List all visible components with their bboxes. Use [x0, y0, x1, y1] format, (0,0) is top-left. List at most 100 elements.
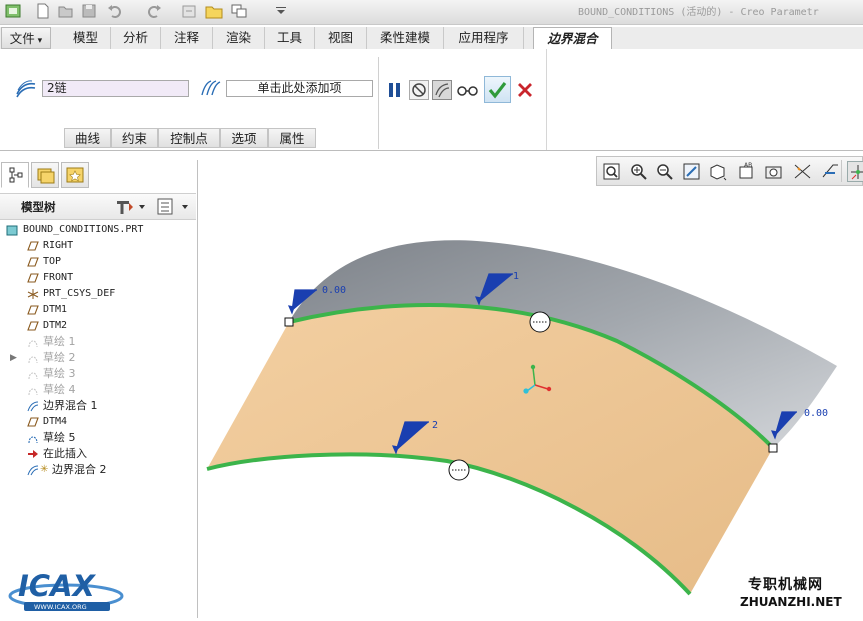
tab-label: 工具 [276, 30, 302, 45]
datum-plane-icon [27, 272, 39, 284]
tree-item[interactable]: 草绘 1 [0, 334, 196, 350]
tree-item[interactable]: ✳ 边界混合 2 [0, 462, 196, 478]
folder-icon[interactable] [205, 2, 223, 20]
zhuanzhi-watermark: 专职机械网 ZHUANZHI.NET [740, 577, 853, 613]
customize-icon[interactable] [272, 2, 290, 20]
group-tab-label: 选项 [231, 131, 257, 146]
boundary-blend-icon [27, 464, 39, 476]
tab-applications[interactable]: 应用程序 [444, 27, 524, 49]
left-constraint-value[interactable]: 0.00 [322, 285, 346, 296]
tree-item[interactable]: FRONT [0, 270, 196, 286]
saved-views-icon[interactable]: AB [736, 161, 757, 182]
refit-icon[interactable] [601, 161, 622, 182]
sketch-icon [27, 368, 39, 380]
tree-item[interactable]: RIGHT [0, 238, 196, 254]
second-direction-placeholder: 单击此处添加项 [257, 81, 342, 95]
display-style-icon[interactable] [707, 161, 728, 182]
tab-model[interactable]: 模型 [61, 27, 111, 49]
tree-item[interactable]: 边界混合 1 [0, 398, 196, 414]
tab-render[interactable]: 渲染 [213, 27, 265, 49]
right-constraint-value[interactable]: 0.00 [804, 408, 828, 419]
tree-item-label: FRONT [43, 272, 74, 283]
tree-item[interactable]: DTM1 [0, 302, 196, 318]
tree-item[interactable]: ▶ 草绘 2 [0, 350, 196, 366]
svg-text:AB: AB [744, 162, 752, 169]
tree-item[interactable]: TOP [0, 254, 196, 270]
second-direction-collector[interactable]: 单击此处添加项 [226, 80, 373, 97]
first-direction-collector[interactable]: 2链 [42, 80, 189, 97]
tree-item[interactable]: 草绘 4 [0, 382, 196, 398]
windows-icon[interactable] [230, 2, 248, 20]
boundary-blend-icon [27, 400, 39, 412]
sketch-icon [27, 432, 39, 444]
no-preview-button[interactable] [409, 80, 429, 100]
pause-button[interactable] [385, 80, 405, 100]
redo-icon[interactable] [145, 2, 163, 20]
tree-settings-button[interactable] [113, 197, 147, 216]
tab-label: 渲染 [225, 30, 251, 45]
insert-here-arrow-icon [27, 448, 39, 460]
show-columns-button[interactable] [155, 197, 191, 216]
second-direction-icon[interactable] [199, 79, 221, 97]
tab-tools[interactable]: 工具 [265, 27, 315, 49]
apply-button[interactable] [484, 76, 511, 103]
view-manager-icon[interactable] [763, 161, 784, 182]
tree-item[interactable]: DTM2 [0, 318, 196, 334]
tab-label: 应用程序 [458, 30, 509, 45]
open-icon[interactable] [57, 2, 75, 20]
tab-control-points[interactable]: 控制点 [158, 128, 220, 148]
tab-flexible-modeling[interactable]: 柔性建模 [367, 27, 444, 49]
tree-item-label: 在此插入 [43, 447, 87, 460]
expand-arrow-icon[interactable]: ▶ [10, 350, 17, 366]
tree-item-label: 草绘 2 [43, 351, 76, 364]
tab-model-tree[interactable] [1, 162, 29, 188]
toolbar-separator [841, 160, 842, 182]
tree-item-label: 草绘 5 [43, 431, 76, 444]
ribbon-separator [546, 49, 547, 150]
tab-properties[interactable]: 属性 [268, 128, 316, 148]
tree-item[interactable]: 草绘 3 [0, 366, 196, 382]
file-menu[interactable]: 文件 ▾ [1, 27, 51, 49]
save-icon[interactable] [80, 2, 98, 20]
first-direction-icon[interactable] [15, 80, 37, 98]
tab-curves[interactable]: 曲线 [64, 128, 111, 148]
file-menu-label: 文件 [9, 31, 35, 46]
tree-item[interactable]: 草绘 5 [0, 430, 196, 446]
tab-favorites[interactable] [61, 162, 89, 188]
attached-preview-button[interactable] [432, 80, 452, 100]
tree-item[interactable]: 在此插入 [0, 446, 196, 462]
app-icon[interactable] [4, 2, 22, 20]
group-tab-label: 属性 [279, 131, 305, 146]
watermark-site-url: ZHUANZHI.NET [740, 595, 842, 609]
tab-analysis[interactable]: 分析 [111, 27, 161, 49]
zoom-out-icon[interactable] [654, 161, 675, 182]
sketch-icon [27, 384, 39, 396]
new-icon[interactable] [34, 2, 52, 20]
edge-label-2: 2 [432, 420, 438, 431]
tab-folder-browser[interactable] [31, 162, 59, 188]
window-title: BOUND_CONDITIONS (活动的) - Creo Parametr [578, 7, 819, 18]
tab-view[interactable]: 视图 [315, 27, 367, 49]
tree-item[interactable]: DTM4 [0, 414, 196, 430]
spin-center-icon[interactable] [847, 161, 863, 182]
tab-constraints[interactable]: 约束 [111, 128, 158, 148]
cancel-button[interactable] [515, 80, 535, 100]
tab-annotate[interactable]: 注释 [161, 27, 213, 49]
tab-boundary-blend[interactable]: 边界混合 [533, 27, 612, 50]
constraint-handle-2[interactable] [448, 459, 470, 481]
datum-display-icon[interactable] [819, 161, 840, 182]
tab-options[interactable]: 选项 [220, 128, 268, 148]
undo-icon[interactable] [106, 2, 124, 20]
left-vertex-handle[interactable] [284, 317, 294, 327]
right-vertex-handle[interactable] [768, 443, 778, 453]
tree-item[interactable]: BOUND_CONDITIONS.PRT [0, 222, 196, 238]
repaint-icon[interactable] [681, 161, 702, 182]
regenerate-icon[interactable] [180, 2, 198, 20]
verify-preview-button[interactable] [456, 80, 480, 100]
icax-logo: ICAX WWW.ICAX.ORG [6, 566, 130, 614]
csys-icon [27, 288, 39, 300]
zoom-in-icon[interactable] [628, 161, 649, 182]
perspective-icon[interactable] [792, 161, 813, 182]
constraint-handle-1[interactable] [529, 311, 551, 333]
tree-item[interactable]: PRT_CSYS_DEF [0, 286, 196, 302]
